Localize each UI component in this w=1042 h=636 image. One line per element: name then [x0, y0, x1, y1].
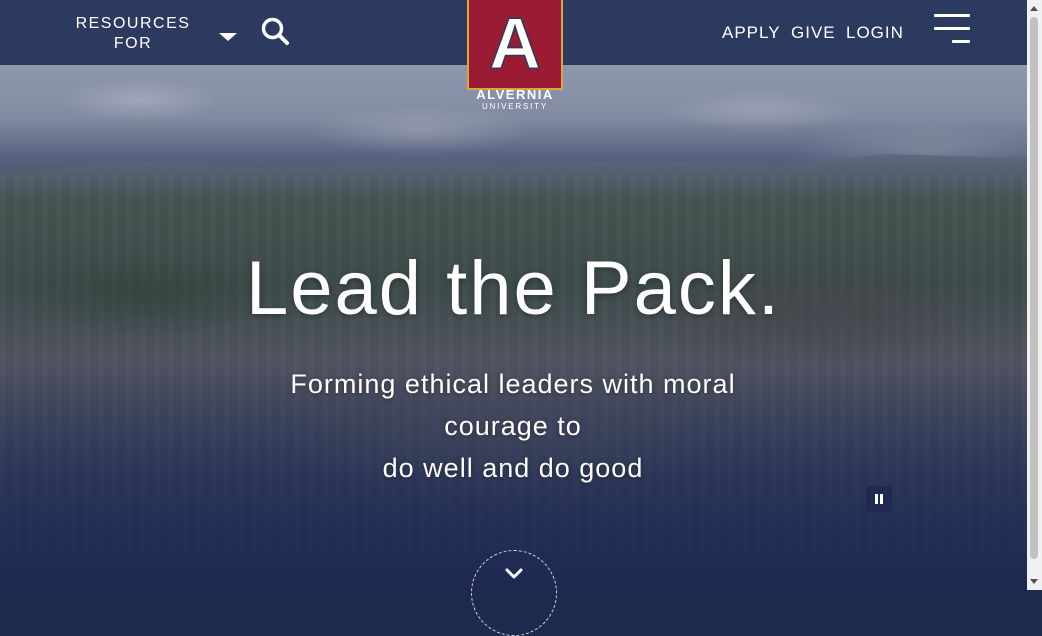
tagline-line-3: do well and do good	[382, 453, 644, 483]
logo-name: ALVERNIA	[476, 87, 554, 102]
tagline-line-1: Forming ethical leaders with moral	[290, 369, 736, 399]
login-link[interactable]: LOGIN	[846, 23, 904, 43]
hero-headline: Lead the Pack.	[245, 246, 782, 331]
scrollbar-thumb[interactable]	[1030, 17, 1038, 559]
vertical-scrollbar[interactable]	[1027, 0, 1042, 590]
scroll-down-arrow-icon[interactable]	[1030, 579, 1038, 584]
logo-subtitle: UNIVERSITY	[481, 102, 548, 111]
search-icon[interactable]	[260, 16, 290, 46]
pause-icon	[875, 494, 878, 504]
apply-link[interactable]: APPLY	[722, 23, 781, 43]
hamburger-menu-icon[interactable]	[934, 14, 970, 44]
give-link[interactable]: GIVE	[791, 23, 836, 43]
chevron-down-icon	[505, 568, 523, 579]
resources-for-dropdown[interactable]: RESOURCES FOR	[70, 14, 196, 54]
scroll-down-button[interactable]	[471, 550, 557, 636]
logo-letter: A	[488, 3, 542, 85]
hero-tagline: Forming ethical leaders with moral coura…	[263, 363, 763, 489]
tagline-line-2: courage to	[444, 411, 582, 441]
pause-icon	[880, 494, 883, 504]
caret-down-icon[interactable]	[219, 33, 237, 41]
pause-video-button[interactable]	[866, 486, 892, 512]
alvernia-logo[interactable]: A ALVERNIA UNIVERSITY	[467, 0, 563, 112]
scroll-up-arrow-icon[interactable]	[1030, 6, 1038, 11]
